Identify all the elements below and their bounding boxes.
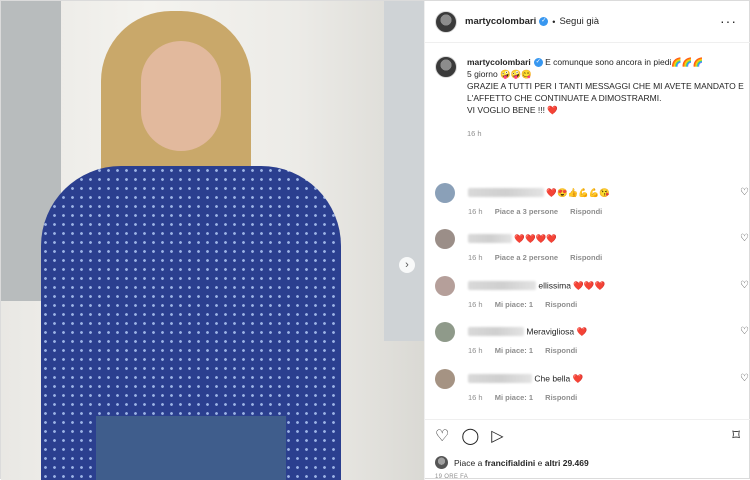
post-date: 19 ORE FA — [435, 474, 469, 480]
caption-line-2: 5 giorno 🤪🤪😋 — [467, 69, 532, 79]
comment-text: Che bella ❤️ — [534, 373, 584, 384]
comment-bubble-icon[interactable]: ◯ — [461, 426, 479, 446]
follow-status-button[interactable]: Segui già — [559, 16, 599, 27]
bookmark-icon[interactable]: ⌑ — [732, 426, 740, 444]
comment-reply-link[interactable]: Rispondi — [570, 207, 602, 216]
liker-avatar[interactable] — [435, 456, 448, 469]
blurred-username — [468, 281, 536, 291]
more-options-icon[interactable]: ··· — [720, 13, 737, 29]
liker-username[interactable]: francifialdini — [485, 458, 536, 468]
comment-body: Che bella ❤️ 16 h Mi piace: 1 Rispondi ♡ — [468, 373, 749, 402]
comment-time: 16 h — [468, 253, 483, 263]
comment-reply-link[interactable]: Rispondi — [545, 393, 577, 402]
caption-body: martycolombari ✓ E comunque sono ancora i… — [467, 56, 745, 140]
comment-time: 16 h — [468, 300, 483, 310]
comment-avatar[interactable] — [435, 369, 455, 389]
comment-text: Meravigliosa ❤️ — [526, 326, 588, 337]
comment-reply-link[interactable]: Rispondi — [570, 253, 602, 262]
caption-line-1: E comunque sono ancora in piedi🌈🌈🌈 — [545, 57, 704, 67]
comment-reply-link[interactable]: Rispondi — [545, 346, 577, 355]
post-dialog: › martycolombari ✓ • Segui già ··· marty… — [0, 0, 750, 480]
comment-item: ❤️❤️❤️❤️ 16 h Piace a 2 persone Rispondi… — [435, 229, 749, 262]
like-heart-icon[interactable]: ♡ — [435, 426, 449, 446]
post-side-panel: martycolombari ✓ • Segui già ··· martyco… — [424, 1, 750, 480]
comment-reply-link[interactable]: Rispondi — [545, 300, 577, 309]
comment-time: 16 h — [468, 393, 483, 403]
verified-badge-icon: ✓ — [539, 17, 549, 26]
blurred-username — [468, 188, 544, 198]
comment-avatar[interactable] — [435, 229, 455, 249]
comment-time: 16 h — [468, 346, 483, 356]
comment-meta: 16 h Piace a 3 persone Rispondi — [468, 207, 745, 216]
blurred-username — [468, 327, 524, 337]
photo-jeans — [96, 416, 286, 480]
caption-line-4: VI VOGLIO BENE !!! ❤️ — [467, 105, 558, 115]
blurred-username — [468, 234, 512, 244]
comment-item: ❤️😍👍💪💪😘 16 h Piace a 3 persone Rispondi … — [435, 183, 749, 216]
comment-item: ellissima ❤️❤️❤️ 16 h Mi piace: 1 Rispon… — [435, 276, 749, 309]
caption-avatar[interactable] — [435, 56, 457, 78]
post-actions-bar: ♡ ◯ ▷ ⌑ — [425, 419, 750, 451]
comment-body: ❤️❤️❤️❤️ 16 h Piace a 2 persone Rispondi… — [468, 233, 749, 262]
comment-body: ❤️😍👍💪💪😘 16 h Piace a 3 persone Rispondi … — [468, 187, 749, 216]
blurred-username — [468, 374, 532, 384]
share-plane-icon[interactable]: ▷ — [491, 426, 503, 446]
next-photo-button[interactable]: › — [399, 257, 415, 273]
likes-others-link[interactable]: altri 29.469 — [545, 458, 589, 468]
post-header: martycolombari ✓ • Segui già ··· — [425, 1, 750, 43]
comment-like-heart-icon[interactable]: ♡ — [740, 233, 749, 244]
comment-text: ellissima ❤️❤️❤️ — [538, 280, 606, 291]
photo-background-wall — [384, 1, 424, 341]
comment-meta: 16 h Mi piace: 1 Rispondi — [468, 393, 745, 402]
photo-face — [141, 41, 221, 151]
comment-avatar[interactable] — [435, 276, 455, 296]
verified-badge-icon: ✓ — [533, 58, 543, 68]
comment-item: Meravigliosa ❤️ 16 h Mi piace: 1 Rispond… — [435, 322, 749, 355]
avatar[interactable] — [435, 10, 457, 33]
comment-meta: 16 h Mi piace: 1 Rispondi — [468, 346, 745, 355]
likes-prefix: Piace a — [454, 457, 483, 468]
caption-time: 16 h — [467, 129, 482, 138]
comment-likes-link[interactable]: Piace a 2 persone — [495, 253, 558, 262]
comment-text: ❤️❤️❤️❤️ — [514, 233, 557, 244]
caption-username[interactable]: martycolombari — [467, 57, 531, 67]
caption-line-3: GRAZIE A TUTTI PER I TANTI MESSAGGI CHE … — [467, 81, 744, 103]
likes-middle: e — [537, 457, 543, 468]
comment-likes-link[interactable]: Mi piace: 1 — [495, 393, 533, 402]
comment-like-heart-icon[interactable]: ♡ — [740, 280, 749, 291]
header-username[interactable]: martycolombari — [465, 16, 536, 27]
comment-likes-link[interactable]: Mi piace: 1 — [495, 346, 533, 355]
comment-text: ❤️😍👍💪💪😘 — [546, 187, 610, 198]
comment-like-heart-icon[interactable]: ♡ — [740, 373, 749, 384]
comment-time: 16 h — [468, 207, 483, 217]
comment-body: Meravigliosa ❤️ 16 h Mi piace: 1 Rispond… — [468, 326, 749, 355]
comment-avatar[interactable] — [435, 322, 455, 342]
post-caption: martycolombari ✓ E comunque sono ancora i… — [435, 56, 745, 140]
chevron-right-icon: › — [405, 259, 409, 271]
comment-likes-link[interactable]: Mi piace: 1 — [495, 300, 533, 309]
likes-summary: Piace a francifialdini e altri 29.469 — [435, 456, 589, 469]
comment-item: Che bella ❤️ 16 h Mi piace: 1 Rispondi ♡ — [435, 369, 749, 402]
comment-body: ellissima ❤️❤️❤️ 16 h Mi piace: 1 Rispon… — [468, 280, 749, 309]
comment-like-heart-icon[interactable]: ♡ — [740, 187, 749, 198]
comment-meta: 16 h Mi piace: 1 Rispondi — [468, 300, 745, 309]
comment-likes-link[interactable]: Piace a 3 persone — [495, 207, 558, 216]
separator-dot: • — [552, 16, 556, 27]
post-photo[interactable] — [1, 1, 424, 480]
comment-like-heart-icon[interactable]: ♡ — [740, 326, 749, 337]
comment-meta: 16 h Piace a 2 persone Rispondi — [468, 253, 745, 262]
comment-avatar[interactable] — [435, 183, 455, 203]
